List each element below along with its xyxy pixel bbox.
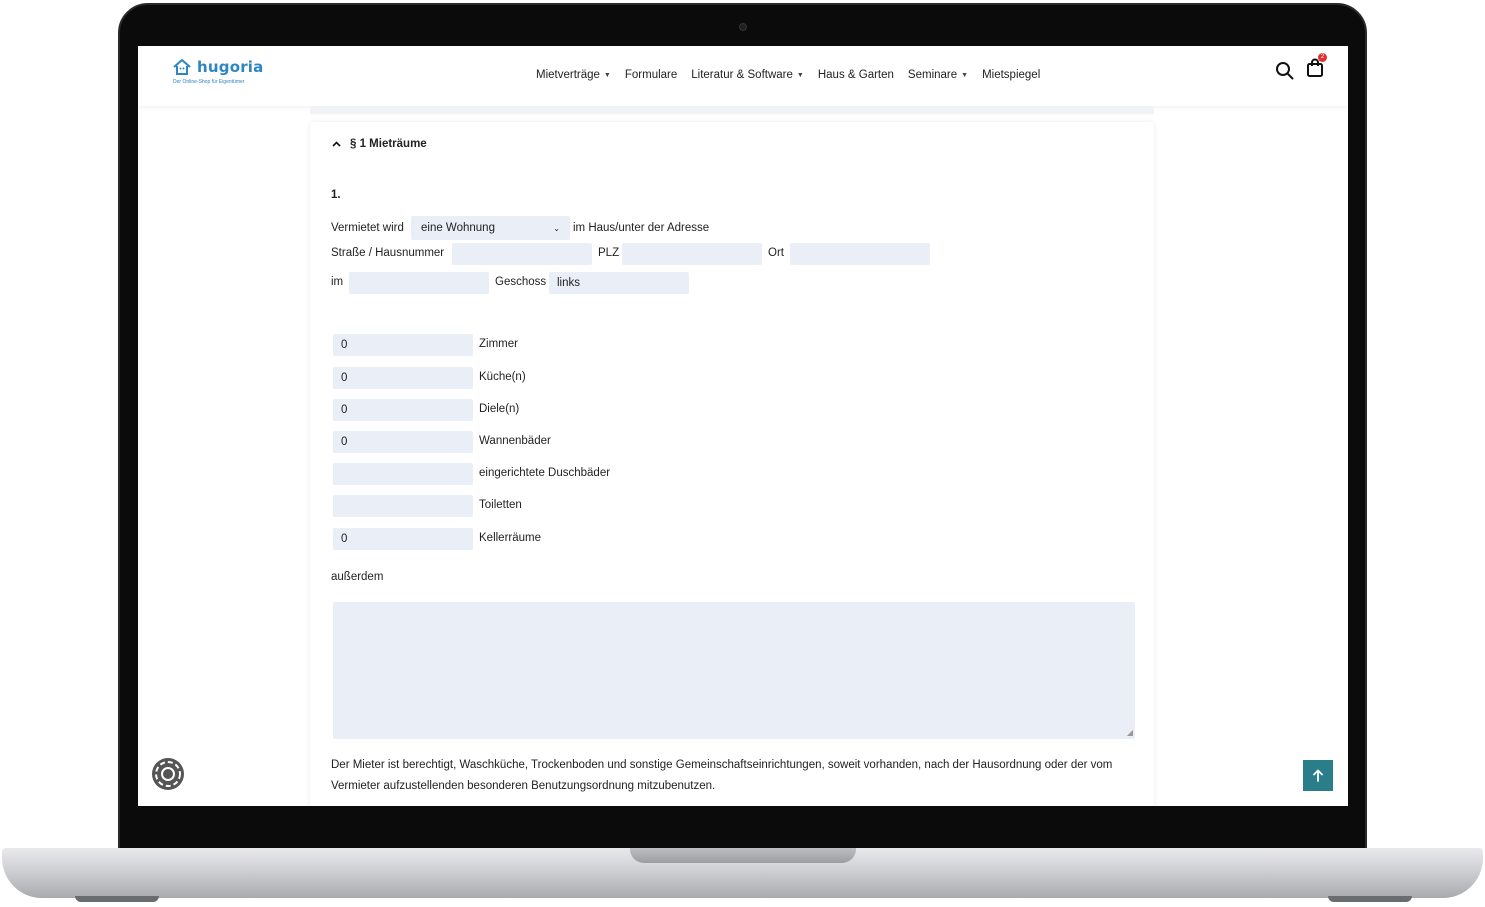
street-label: Straße / Hausnummer [331,247,445,259]
geschoss-label: Geschoss [495,276,547,288]
form-card: § 1 Mieträume 1. Vermietet wird eine Woh… [310,122,1154,806]
chevron-up-icon [332,141,341,147]
nav-item-label: Haus & Garten [817,69,894,81]
site-header: hugoria Der Online-Shop für Eigentümer M… [138,46,1348,106]
nav-item-label: Literatur & Software [691,69,793,81]
caret-down-icon: ▼ [796,71,804,79]
toilet-input[interactable] [333,495,473,517]
section-number: 1. [331,189,341,201]
kitchen-label: Küche(n) [479,371,526,383]
house-logo-icon [173,59,191,75]
nav-item-label: Seminare [907,69,958,81]
usage-note: Der Mieter ist berechtigt, Waschküche, T… [331,759,1113,792]
rent-suffix: im Haus/unter der Adresse [573,222,710,234]
nav-item-seminare[interactable]: Seminare ▼ [908,69,968,81]
bathtub-input[interactable] [333,431,473,453]
cookie-settings-button[interactable] [150,756,186,792]
laptop-foot-left [75,896,159,902]
ort-label: Ort [768,247,784,259]
cookie-icon [152,758,184,790]
ausserdem-textarea[interactable]: ◢ [333,602,1135,739]
nav-item-formulare[interactable]: Formulare [625,69,677,81]
hall-label: Diele(n) [479,403,520,415]
im-label: im [331,276,344,288]
toilet-label: Toiletten [479,499,522,511]
resize-handle-icon[interactable]: ◢ [1127,728,1133,737]
bathtub-label: Wannenbäder [479,435,551,447]
rent-label: Vermietet wird [331,222,404,234]
rooms-input[interactable] [333,334,473,356]
kitchen-input[interactable] [333,367,473,389]
rent-type-value: eine Wohnung [421,222,495,234]
hall-input[interactable] [333,399,473,421]
street-input[interactable] [452,243,592,265]
nav-item-mietspiegel[interactable]: Mietspiegel [982,69,1040,81]
back-to-top-button[interactable] [1303,760,1333,791]
section-title: § 1 Mieträume [350,138,427,150]
floor-input[interactable] [349,272,489,294]
rooms-label: Zimmer [479,338,518,350]
laptop-notch [630,848,856,863]
plz-label: PLZ [598,247,620,259]
nav-item-label: Mietspiegel [982,69,1041,81]
caret-down-icon: ▼ [603,71,611,79]
nav-item-label: Mietverträge [536,69,600,81]
nav-item-mietvertraege[interactable]: Mietverträge ▼ [536,69,611,81]
nav-item-haus-garten[interactable]: Haus & Garten [818,69,894,81]
camera-icon [739,23,747,31]
geschoss-input[interactable] [549,272,689,294]
header-icons: 2 [1275,53,1327,82]
shower-label: eingerichtete Duschbäder [479,467,611,479]
ort-input[interactable] [790,243,930,265]
cart-count-badge: 2 [1318,53,1327,62]
shower-input[interactable] [333,463,473,485]
section-toggle[interactable]: § 1 Mieträume [332,138,427,150]
rent-type-select[interactable]: eine Wohnung ⌄ [411,216,570,240]
chevron-down-icon: ⌄ [553,223,560,233]
cellar-input[interactable] [333,528,473,550]
cellar-label: Kellerräume [479,532,541,544]
logo-tagline: Der Online-Shop für Eigentümer [173,79,245,85]
search-icon[interactable] [1275,61,1294,80]
laptop-foot-right [1328,896,1412,902]
logo-text: hugoria [197,58,264,76]
logo[interactable]: hugoria Der Online-Shop für Eigentümer [172,58,263,85]
screen: hugoria Der Online-Shop für Eigentümer M… [138,46,1348,806]
nav-item-label: Formulare [624,69,678,81]
arrow-up-icon [1313,769,1323,782]
plz-input[interactable] [622,243,762,265]
main-nav: Mietverträge ▼ Formulare Literatur & Sof… [536,69,1040,81]
cart-button[interactable]: 2 [1306,53,1327,82]
ausserdem-label: außerdem [331,571,384,583]
nav-item-literatur-software[interactable]: Literatur & Software ▼ [691,69,804,81]
card-top-edge [310,106,1154,114]
caret-down-icon: ▼ [961,71,969,79]
